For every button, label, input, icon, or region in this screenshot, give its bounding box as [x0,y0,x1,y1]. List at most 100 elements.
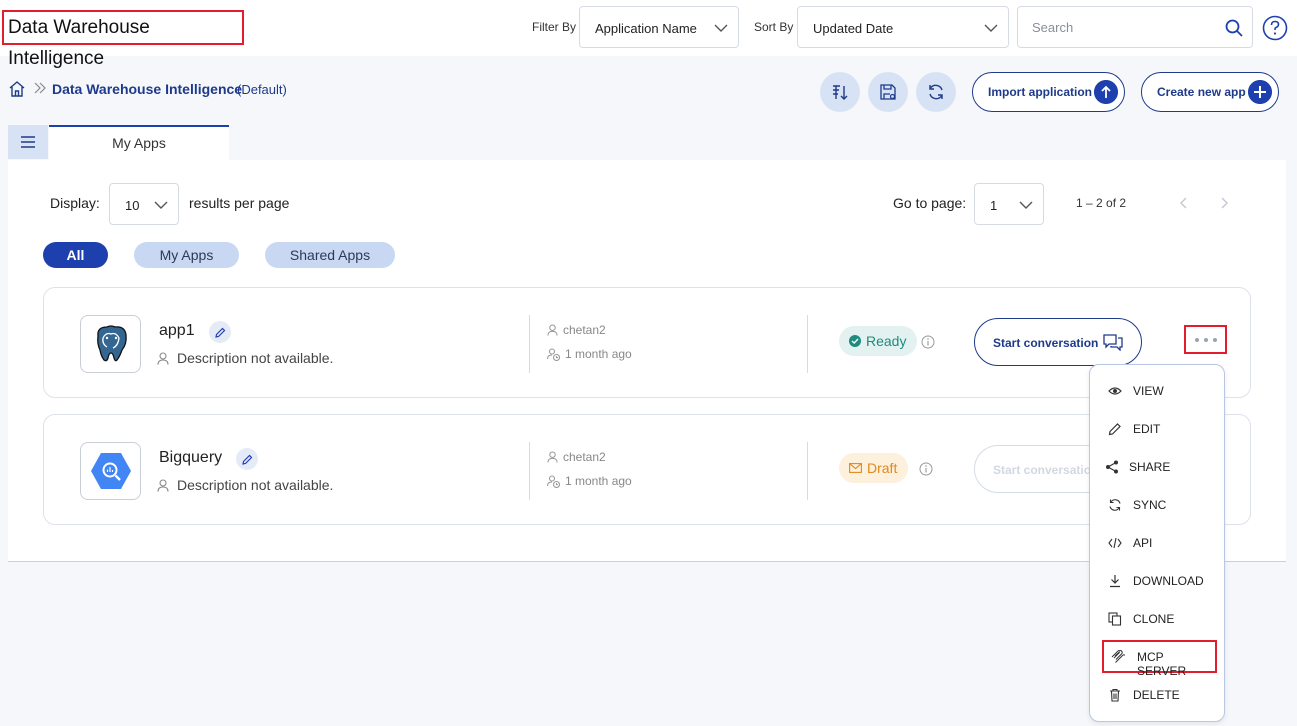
status-badge: Draft [839,453,909,483]
help-icon[interactable] [1262,15,1288,41]
save-settings-icon [880,84,896,100]
info-icon[interactable] [921,335,935,349]
refresh-icon [929,84,943,100]
pencil-icon [1108,423,1121,436]
app-updated-text: 1 month ago [565,347,632,361]
app-updated: 1 month ago [547,474,632,488]
menu-item-api[interactable]: API [1090,528,1224,558]
divider [807,442,808,500]
sidebar-toggle-button[interactable] [8,125,48,159]
refresh-button[interactable] [916,72,956,112]
import-application-button[interactable]: Import application [972,72,1125,112]
goto-page-label: Go to page: [893,195,967,211]
menu-item-label: API [1133,536,1153,550]
home-icon[interactable] [8,80,26,98]
filter-chip-my-apps[interactable]: My Apps [134,242,239,268]
app-owner-text: chetan2 [563,450,606,464]
per-page-suffix: results per page [189,195,290,211]
start-conversation-label: Start conversation [993,463,1099,477]
next-page-icon[interactable] [1217,195,1231,211]
menu-item-share[interactable]: SHARE [1090,452,1224,482]
prev-page-icon[interactable] [1177,195,1191,211]
menu-item-mcp-server[interactable]: MCP SERVER [1102,640,1217,678]
menu-item-sync[interactable]: SYNC [1090,490,1224,520]
per-page-value: 10 [125,198,140,213]
user-icon [547,324,558,336]
app-logo [80,315,141,373]
goto-page-select[interactable]: 1 [974,183,1044,225]
chat-icon [1103,334,1123,351]
chevron-down-icon [984,24,998,32]
user-clock-icon [547,347,560,361]
plus-icon [1248,80,1272,104]
dot [1203,337,1208,342]
search-input[interactable] [1032,20,1212,35]
filter-by-select[interactable]: Application Name [579,6,739,48]
more-options-button[interactable] [1184,325,1227,354]
menu-item-delete[interactable]: DELETE [1090,680,1224,710]
app-title: Data Warehouse Intelligence [2,10,244,69]
menu-item-label: SYNC [1133,498,1167,512]
chevron-down-icon [1019,201,1033,209]
divider [529,315,530,373]
create-new-app-button[interactable]: Create new app [1141,72,1279,112]
user-clock-icon [547,474,560,488]
sort-by-select[interactable]: Updated Date [797,6,1009,48]
check-circle-icon [849,335,861,347]
filter-chip-shared-apps[interactable]: Shared Apps [265,242,395,268]
app-updated-text: 1 month ago [565,474,632,488]
status-text: Draft [867,460,898,476]
breadcrumb-separator-icon [34,82,46,94]
app-card[interactable]: Bigquery Description not available. chet… [43,414,1251,525]
app-description-text: Description not available. [177,477,334,493]
share-icon [1106,460,1118,474]
tab-my-apps[interactable]: My Apps [49,125,229,160]
search-icon[interactable] [1224,18,1244,38]
app-owner-text: chetan2 [563,323,606,337]
edit-name-button[interactable] [209,321,231,343]
divider [807,315,808,373]
top-bar: Data Warehouse Intelligence Filter By Ap… [0,0,1297,69]
app-updated: 1 month ago [547,347,632,361]
app-name[interactable]: app1 [159,322,195,340]
chevron-down-icon [154,201,168,209]
hamburger-icon [21,136,35,148]
eye-icon [1108,387,1122,395]
bigquery-icon [90,453,131,489]
search-box [1017,6,1253,48]
filter-by-label: Filter By [532,20,577,34]
sync-icon [1109,499,1121,511]
app-owner: chetan2 [547,450,606,464]
edit-name-button[interactable] [236,448,258,470]
app-description: Description not available. [157,350,333,366]
menu-item-clone[interactable]: CLONE [1090,604,1224,634]
menu-item-download[interactable]: DOWNLOAD [1090,566,1224,596]
sort-by-value: Updated Date [813,21,894,36]
per-page-select[interactable]: 10 [109,183,179,225]
upload-icon [1094,80,1118,104]
app-description: Description not available. [157,477,333,493]
save-view-button[interactable] [868,72,908,112]
sort-order-button[interactable] [820,72,860,112]
dot [1194,337,1199,342]
start-conversation-button[interactable]: Start conversation [974,318,1142,366]
menu-item-label: DOWNLOAD [1133,574,1204,588]
menu-item-view[interactable]: VIEW [1090,376,1224,406]
sort-icon [833,85,848,100]
info-icon[interactable] [919,462,933,476]
menu-item-label: VIEW [1133,384,1164,398]
goto-page-value: 1 [990,198,998,213]
breadcrumb-current[interactable]: Data Warehouse Intelligence [52,81,242,97]
pencil-icon [241,454,252,465]
app-name[interactable]: Bigquery [159,449,222,467]
filter-chip-all[interactable]: All [43,242,108,268]
menu-item-edit[interactable]: EDIT [1090,414,1224,444]
code-icon [1108,537,1122,549]
status-text: Ready [866,333,907,349]
app-owner: chetan2 [547,323,606,337]
app-card[interactable]: app1 Description not available. chetan2 … [43,287,1251,398]
filter-by-value: Application Name [595,21,697,36]
sort-by-label: Sort By [754,20,794,34]
pencil-icon [214,327,225,338]
user-icon [547,451,558,463]
